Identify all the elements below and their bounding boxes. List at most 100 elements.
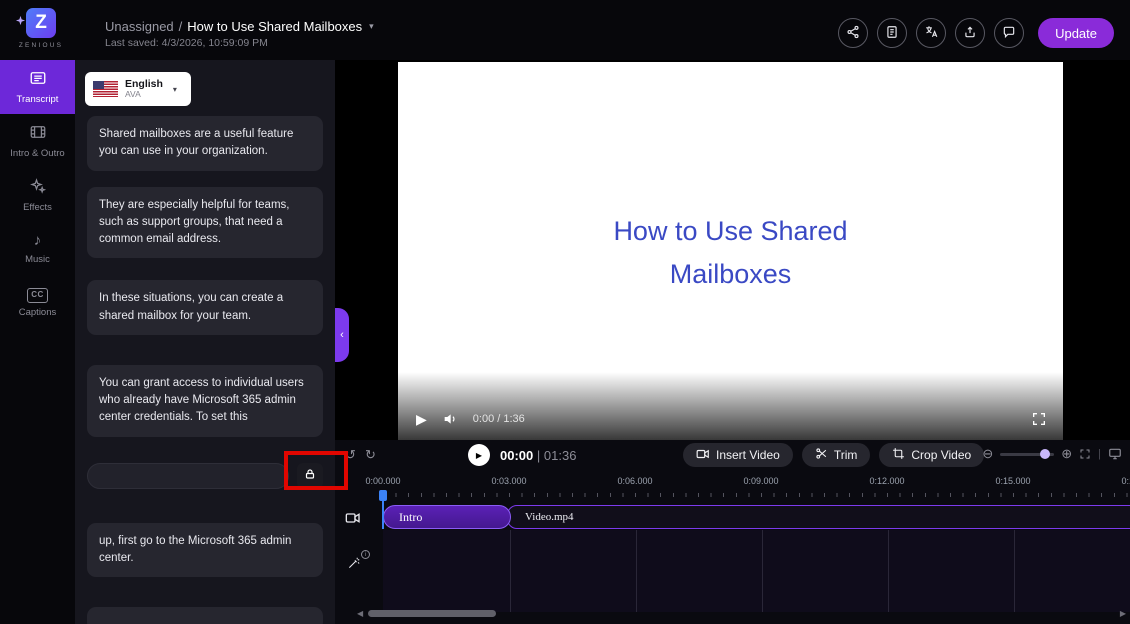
music-note-icon: ♪	[33, 232, 42, 250]
chevron-left-icon: ‹	[340, 329, 344, 341]
timeline-timecode: 00:00 | 01:36	[500, 448, 577, 463]
share-icon	[846, 25, 860, 42]
camera-icon	[696, 447, 710, 464]
insert-video-button[interactable]: Insert Video	[683, 443, 793, 467]
last-saved-text: Last saved: 4/3/2026, 10:59:09 PM	[105, 37, 268, 49]
transcript-panel[interactable]: English AVA ▾ Shared mailboxes are a use…	[75, 60, 335, 624]
notes-button[interactable]	[877, 18, 908, 48]
ruler-label: 0:12.000	[869, 476, 905, 486]
fit-screen-icon[interactable]	[1079, 448, 1091, 460]
chevron-down-icon[interactable]: ▾	[369, 21, 374, 32]
zoom-in-icon[interactable]: ⊕	[1061, 446, 1072, 462]
sidebar-item-label: Effects	[23, 202, 52, 213]
breadcrumb: Unassigned / How to Use Shared Mailboxes…	[105, 19, 374, 49]
transcript-segment-partial[interactable]	[87, 607, 323, 624]
sidebar-item-label: Transcript	[16, 94, 59, 105]
player-timestamp: 0:00 / 1:36	[472, 413, 525, 425]
redo-button[interactable]: ↻	[365, 447, 376, 463]
breadcrumb-folder[interactable]: Unassigned	[105, 19, 174, 34]
zoom-controls: ⊖ ⊕ |	[982, 446, 1122, 462]
fullscreen-button[interactable]	[1031, 411, 1047, 427]
timeline-clip-intro[interactable]: Intro	[383, 505, 511, 529]
crop-icon	[892, 447, 905, 463]
ruler-label: 0:18.000	[1121, 476, 1130, 486]
logo-z-tile: Z	[15, 8, 56, 38]
left-sidebar: Transcript Intro & Outro Effects ♪ Music…	[0, 60, 75, 624]
app-logo: Z ZENIOUS	[15, 8, 66, 49]
volume-button[interactable]	[442, 411, 458, 427]
sidebar-item-effects[interactable]: Effects	[0, 168, 75, 222]
top-bar: Z ZENIOUS Unassigned / How to Use Shared…	[0, 0, 1130, 60]
timeline-play-button[interactable]: ▶	[468, 444, 490, 466]
ruler-label: 0:15.000	[995, 476, 1031, 486]
transcript-segment[interactable]: up, first go to the Microsoft 365 admin …	[87, 522, 323, 577]
translate-icon	[924, 24, 939, 42]
zoom-slider[interactable]	[1000, 449, 1055, 459]
scroll-left-arrow[interactable]: ◀	[357, 609, 363, 618]
logo-letter: Z	[35, 12, 47, 33]
ruler-label: 0:09.000	[743, 476, 779, 486]
video-preview-area: How to Use Shared Mailboxes ▶ 0:00 / 1:3…	[335, 60, 1130, 440]
lock-button[interactable]	[297, 462, 323, 489]
play-button[interactable]: ▶	[416, 411, 427, 427]
separator: |	[1098, 448, 1101, 460]
voice-name: AVA	[125, 89, 141, 100]
sidebar-item-captions[interactable]: CC Captions	[0, 276, 75, 330]
brand-name: ZENIOUS	[18, 42, 64, 49]
comment-icon	[1002, 25, 1016, 42]
crop-video-button[interactable]: Crop Video	[879, 443, 985, 467]
export-button[interactable]	[955, 18, 986, 48]
timeline-toolbar: Insert Video Trim Crop Video	[683, 443, 985, 467]
comment-button[interactable]	[994, 18, 1025, 48]
sidebar-item-transcript[interactable]: Transcript	[0, 60, 75, 114]
chevron-down-icon: ▾	[172, 84, 177, 94]
monitor-icon[interactable]	[1108, 447, 1122, 461]
ruler-label: 0:06.000	[617, 476, 653, 486]
lock-icon	[304, 467, 316, 485]
share-button[interactable]	[838, 18, 869, 48]
update-button[interactable]: Update	[1038, 18, 1114, 48]
transcript-segment[interactable]: You can grant access to individual users…	[87, 364, 323, 437]
us-flag-icon	[93, 81, 118, 97]
sidebar-item-label: Intro & Outro	[10, 148, 65, 159]
undo-button[interactable]: ↺	[345, 447, 356, 463]
sidebar-item-intro-outro[interactable]: Intro & Outro	[0, 114, 75, 168]
scissors-icon	[815, 447, 828, 463]
transcript-icon	[29, 69, 47, 90]
sidebar-item-label: Music	[25, 253, 50, 265]
transcript-segment[interactable]: They are especially helpful for teams, s…	[87, 186, 323, 259]
ruler-label: 0:03.000	[491, 476, 527, 486]
document-icon	[885, 25, 899, 42]
zoom-out-icon[interactable]: ⊖	[982, 446, 993, 462]
magic-wand-icon[interactable]	[347, 556, 361, 570]
ruler-label: 0:00.000	[365, 476, 401, 486]
project-title[interactable]: How to Use Shared Mailboxes	[187, 19, 362, 34]
film-icon	[29, 123, 47, 144]
scroll-right-arrow[interactable]: ▶	[1120, 609, 1126, 618]
panel-collapse-handle[interactable]: ‹	[335, 308, 349, 362]
locked-segment-row	[87, 461, 323, 491]
export-icon	[963, 25, 977, 42]
player-controls: ▶ 0:00 / 1:36	[398, 372, 1063, 440]
captions-cc-icon: CC	[27, 287, 48, 303]
sidebar-item-music[interactable]: ♪ Music	[0, 222, 75, 276]
zoom-slider-thumb[interactable]	[1040, 449, 1051, 459]
translate-button[interactable]	[916, 18, 947, 48]
breadcrumb-separator: /	[178, 19, 183, 34]
playhead[interactable]	[379, 490, 387, 529]
language-selector[interactable]: English AVA ▾	[85, 72, 191, 106]
transcript-segment[interactable]: In these situations, you can create a sh…	[87, 280, 323, 335]
info-icon: i	[361, 550, 370, 559]
timeline-clip-video[interactable]: Video.mp4	[507, 505, 1130, 529]
effects-sparkle-icon	[29, 177, 47, 198]
video-track-icon[interactable]	[345, 510, 361, 526]
ruler-ticks	[383, 493, 1130, 497]
video-slide-title: How to Use Shared Mailboxes	[613, 216, 848, 290]
timeline-scrollbar[interactable]	[368, 610, 496, 617]
sparkle-icon	[15, 6, 26, 36]
sidebar-item-label: Captions	[18, 306, 57, 318]
transcript-segment[interactable]: Shared mailboxes are a useful feature yo…	[87, 116, 323, 171]
timeline-grid	[383, 530, 1130, 612]
trim-button[interactable]: Trim	[801, 443, 871, 467]
video-canvas[interactable]: How to Use Shared Mailboxes ▶ 0:00 / 1:3…	[398, 62, 1063, 440]
